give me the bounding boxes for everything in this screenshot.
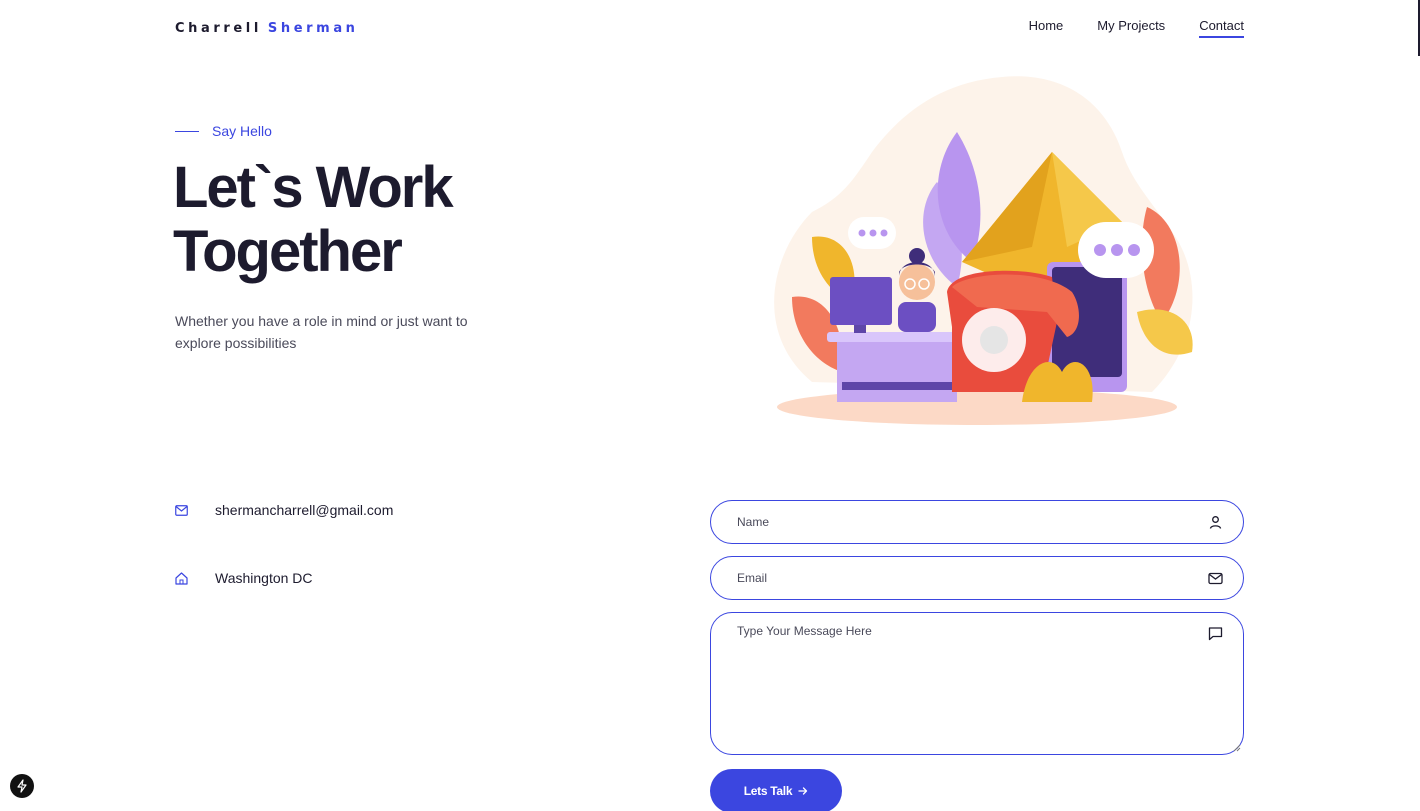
page-title-line-2: Together [173, 219, 403, 284]
contact-location-row: Washington DC [175, 570, 313, 586]
nav-item-home[interactable]: Home [1029, 18, 1064, 38]
lets-talk-label: Lets Talk [743, 784, 793, 798]
contact-email-row[interactable]: shermancharrell@gmail.com [175, 502, 393, 518]
lets-talk-button[interactable]: Lets Talk [710, 769, 842, 811]
contact-email[interactable]: shermancharrell@gmail.com [215, 502, 393, 518]
dev-tools-badge[interactable] [10, 774, 34, 798]
nav-item-my-projects[interactable]: My Projects [1097, 18, 1165, 38]
main-nav: Home My Projects Contact [1029, 18, 1244, 38]
email-field[interactable] [711, 557, 1243, 599]
logo-first-name: Charrell [175, 20, 262, 36]
page-title: Let`s Work Together [173, 155, 454, 284]
message-field-wrapper [710, 612, 1244, 755]
mail-icon [1208, 572, 1223, 585]
name-field-wrapper [710, 500, 1244, 544]
mail-icon [175, 504, 188, 517]
message-field[interactable] [711, 613, 1243, 754]
contact-location: Washington DC [215, 570, 313, 586]
contact-illustration [774, 76, 1193, 425]
site-logo[interactable]: Charrell Sherman [175, 21, 359, 36]
page-title-line-1: Let`s Work [173, 155, 454, 220]
eyebrow-label: Say Hello [212, 123, 272, 139]
home-icon [175, 571, 188, 585]
message-icon [1208, 627, 1223, 641]
lightning-icon [17, 779, 27, 793]
nav-item-contact[interactable]: Contact [1199, 18, 1244, 38]
name-field[interactable] [711, 501, 1243, 543]
site-header: Charrell Sherman Home My Projects Contact [175, 16, 1244, 40]
resize-grip-icon[interactable] [1233, 744, 1241, 752]
arrow-right-icon [798, 787, 808, 795]
eyebrow-line [175, 130, 199, 132]
logo-last-name: Sherman [267, 20, 359, 36]
eyebrow: Say Hello [175, 123, 272, 139]
user-icon [1209, 516, 1222, 529]
email-field-wrapper [710, 556, 1244, 600]
hero-subtext: Whether you have a role in mind or just … [175, 313, 468, 351]
